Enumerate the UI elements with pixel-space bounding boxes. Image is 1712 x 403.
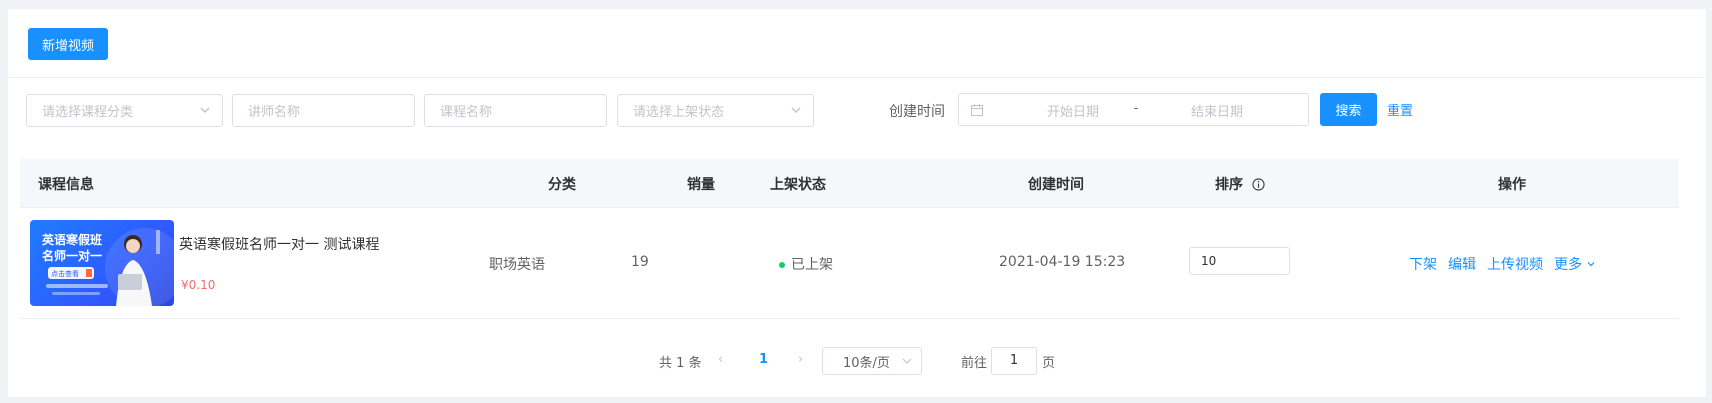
- status-placeholder: 请选择上架状态: [633, 105, 725, 120]
- header-sort: 排序: [1215, 174, 1265, 194]
- chevron-left-icon[interactable]: ‹: [718, 352, 723, 367]
- thumb-button: 点击查看: [51, 269, 79, 278]
- thumbnail-art: 英语寒假班 名师一对一 点击查看: [42, 228, 174, 306]
- thumb-title-1: 英语寒假班: [42, 232, 102, 247]
- info-icon[interactable]: [1252, 178, 1265, 191]
- row-actions: 下架 编辑 上传视频 更多: [1409, 254, 1596, 274]
- category-select[interactable]: 请选择课程分类: [26, 94, 223, 127]
- header-sales: 销量: [687, 177, 715, 193]
- date-separator: -: [1133, 101, 1139, 116]
- course-sales: 19: [631, 254, 649, 270]
- created-time-label: 创建时间: [889, 104, 945, 120]
- chevron-down-icon: [902, 358, 912, 364]
- teacher-placeholder: 讲师名称: [248, 105, 301, 120]
- course-price: ¥0.10: [181, 278, 216, 292]
- sort-input[interactable]: 10: [1189, 247, 1290, 275]
- pagination-total: 共 1 条: [659, 356, 702, 371]
- goto-unit: 页: [1042, 356, 1056, 371]
- search-button[interactable]: 搜索: [1320, 93, 1377, 126]
- page-size-select[interactable]: 10条/页: [822, 347, 922, 375]
- course-name-input[interactable]: 课程名称: [424, 94, 607, 127]
- header-category: 分类: [548, 177, 576, 193]
- course-table: 课程信息 分类 销量 上架状态 创建时间 排序 操作 英语寒假班 名师一对一 点…: [20, 159, 1679, 319]
- edit-link[interactable]: 编辑: [1448, 257, 1476, 273]
- status-text: 已上架: [791, 257, 833, 273]
- course-created-time: 2021-04-19 15:23: [999, 254, 1126, 270]
- course-thumbnail[interactable]: 英语寒假班 名师一对一 点击查看: [30, 220, 174, 306]
- header-status: 上架状态: [770, 177, 826, 193]
- page-number[interactable]: 1: [759, 352, 768, 367]
- course-placeholder: 课程名称: [440, 105, 493, 120]
- header-course-info: 课程信息: [38, 177, 94, 193]
- chevron-down-icon: [791, 107, 801, 113]
- off-shelf-link[interactable]: 下架: [1409, 257, 1437, 273]
- goto-page-input[interactable]: 1: [991, 347, 1037, 375]
- status-dot: [779, 262, 785, 268]
- upload-video-link[interactable]: 上传视频: [1487, 257, 1543, 273]
- header-ops: 操作: [1498, 177, 1526, 193]
- goto-label: 前往: [961, 356, 988, 371]
- toolbar: 新增视频: [8, 9, 1706, 78]
- header-created: 创建时间: [1028, 177, 1084, 193]
- chevron-down-icon: [200, 107, 210, 113]
- table-row: 英语寒假班 名师一对一 点击查看 英语寒假班名师一对一 测试课程 ¥0.10 职…: [20, 208, 1679, 319]
- pagination: 共 1 条 ‹ 1 › 10条/页 前往 1 页: [0, 347, 1712, 375]
- table-header: 课程信息 分类 销量 上架状态 创建时间 排序 操作: [20, 159, 1679, 208]
- date-range-picker[interactable]: 开始日期 - 结束日期: [958, 93, 1309, 126]
- chevron-right-icon[interactable]: ›: [798, 352, 803, 367]
- course-name[interactable]: 英语寒假班名师一对一 测试课程: [179, 234, 379, 254]
- more-dropdown[interactable]: 更多: [1554, 257, 1582, 273]
- page-size-value: 10条/页: [843, 355, 890, 371]
- start-date-input[interactable]: 开始日期: [1023, 101, 1123, 120]
- reset-link[interactable]: 重置: [1387, 100, 1413, 119]
- end-date-input[interactable]: 结束日期: [1167, 101, 1267, 120]
- category-placeholder: 请选择课程分类: [42, 105, 134, 120]
- add-video-button[interactable]: 新增视频: [28, 28, 108, 60]
- chevron-down-icon[interactable]: [1586, 259, 1596, 269]
- thumb-title-2: 名师一对一: [42, 248, 102, 263]
- teacher-input[interactable]: 讲师名称: [232, 94, 415, 127]
- status-select[interactable]: 请选择上架状态: [617, 94, 814, 127]
- course-category: 职场英语: [489, 257, 545, 273]
- header-sort-label: 排序: [1215, 177, 1243, 193]
- status-badge: 已上架: [779, 254, 833, 274]
- calendar-icon: [971, 104, 983, 116]
